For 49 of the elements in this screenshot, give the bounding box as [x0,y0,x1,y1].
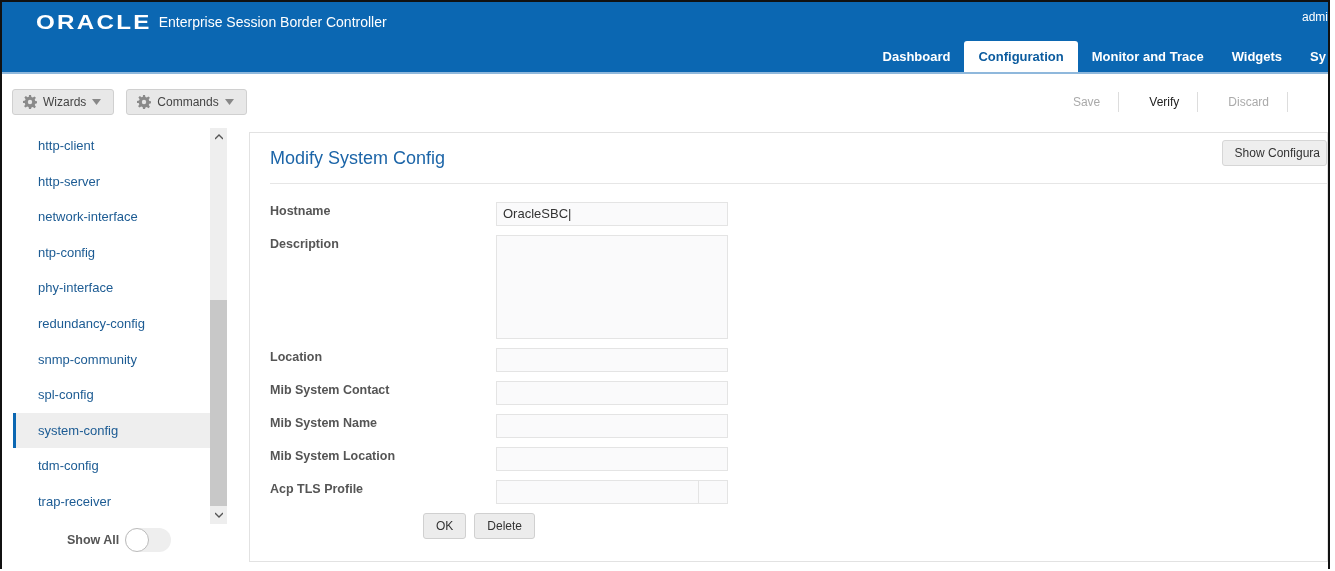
field-label: Acp TLS Profile [270,481,365,498]
user-name[interactable]: admi [1302,10,1328,24]
select-field[interactable] [496,480,728,504]
sidebar-item[interactable]: http-client [13,128,210,164]
scrollbar[interactable] [210,128,227,524]
sidebar-item[interactable]: spl-config [13,377,210,413]
field-label: Mib System Location [270,448,397,465]
field-label: Location [270,349,324,366]
sidebar-item[interactable]: network-interface [13,199,210,235]
input-field[interactable] [496,447,728,471]
input-field[interactable]: OracleSBC| [496,202,728,226]
form-button[interactable]: OK [423,513,467,539]
scroll-down-icon[interactable] [214,512,223,518]
field-label: Description [270,236,340,253]
text-area[interactable] [496,235,728,339]
field-label: Mib System Contact [270,382,391,399]
sidebar-item[interactable]: http-server [13,163,210,200]
nav-tab[interactable]: Configuration [964,41,1078,72]
scroll-up-icon[interactable] [214,134,223,140]
field-label: Hostname [270,203,332,220]
panel-title: Modify System Config [270,147,446,169]
sidebar-item[interactable]: snmp-community [13,341,210,378]
sidebar-item[interactable]: tdm-config [13,448,210,484]
form-button[interactable]: Delete [474,513,536,539]
product-title: Enterprise Session Border Controller [158,13,387,30]
gear-icon [23,95,37,109]
show-all-toggle[interactable] [125,528,172,552]
show-all-label: Show All [67,533,120,547]
nav-tab[interactable]: Monitor and Trace [1077,41,1218,72]
nav-tab[interactable]: Widgets [1217,41,1297,72]
gear-icon [137,95,152,109]
nav-tab[interactable]: Dashboard [868,41,965,72]
sidebar-item[interactable]: trap-receiver [13,483,210,520]
toolbar-action[interactable]: Verify [1131,92,1199,112]
caret-icon [224,99,234,105]
sidebar-item[interactable]: redundancy-config [13,305,210,342]
field-label: Mib System Name [270,415,378,432]
input-field[interactable] [496,414,728,438]
menu-button[interactable]: Wizards [12,89,115,115]
input-field[interactable] [496,381,728,405]
input-field[interactable] [496,348,728,372]
sidebar-item[interactable]: ntp-config [13,234,210,271]
caret-icon [92,99,102,105]
nav-tab[interactable]: Sy [1296,41,1328,72]
show-configuration-button[interactable]: Show Configura [1221,140,1327,166]
sidebar-item[interactable]: phy-interface [13,270,210,306]
oracle-logo: ORACLE [36,9,152,34]
sidebar-item[interactable]: system-config [13,412,210,449]
menu-button[interactable]: Commands [126,89,247,115]
